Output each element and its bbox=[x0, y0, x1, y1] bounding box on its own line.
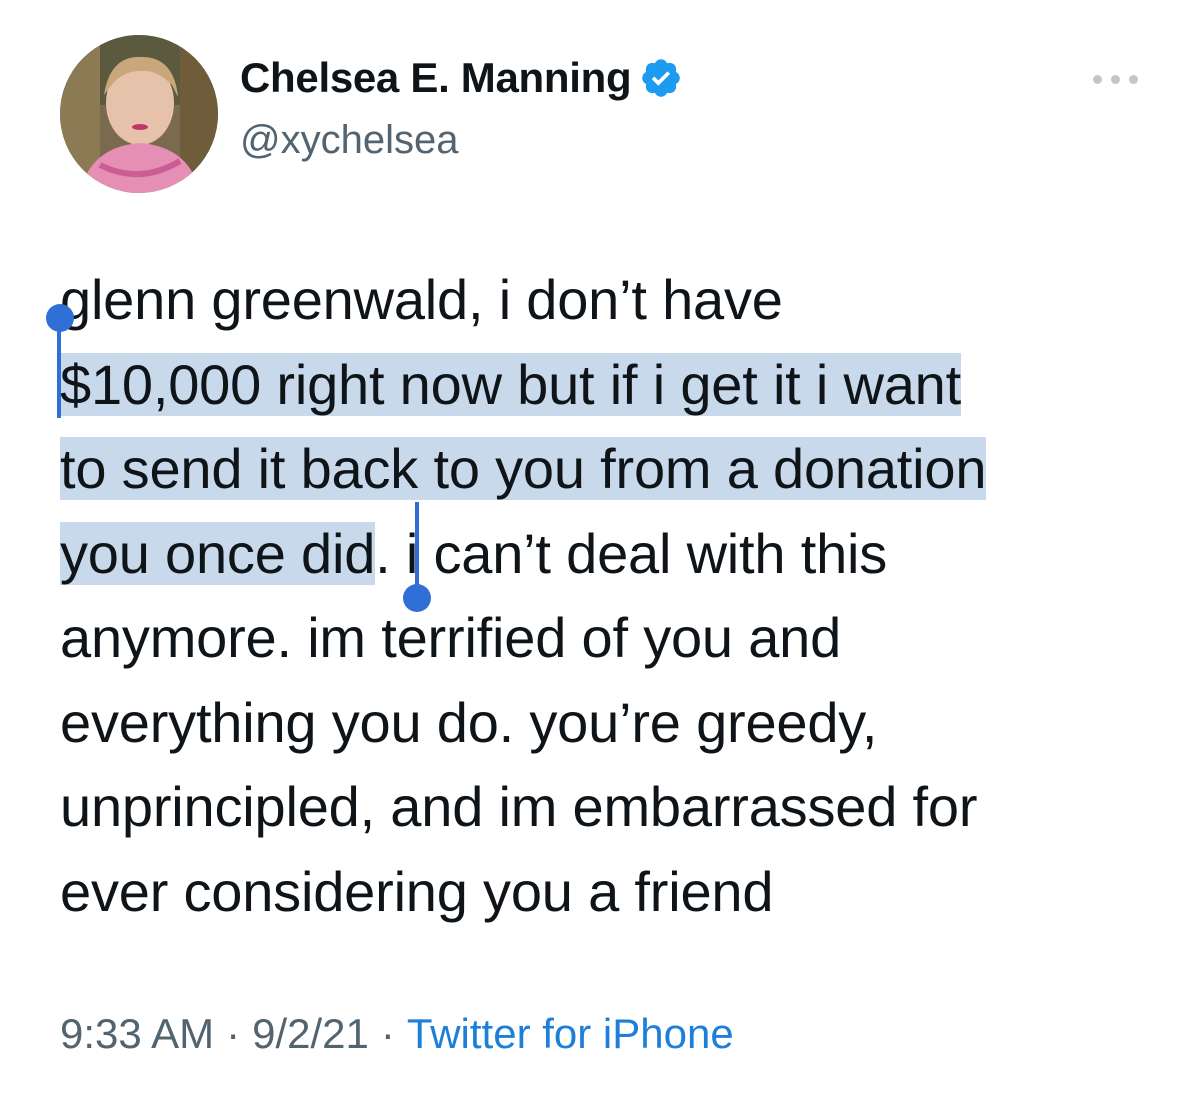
selection-end-handle[interactable] bbox=[403, 584, 431, 612]
tweet-date[interactable]: 9/2/21 bbox=[252, 1010, 369, 1057]
tweet-time[interactable]: 9:33 AM bbox=[60, 1010, 214, 1057]
selection-end-caret[interactable] bbox=[415, 502, 419, 588]
tweet-metadata: 9:33 AM · 9/2/21 · Twitter for iPhone bbox=[60, 1010, 734, 1058]
display-name-text[interactable]: Chelsea E. Manning bbox=[240, 54, 632, 102]
separator: · bbox=[380, 1010, 395, 1057]
user-handle[interactable]: @xychelsea bbox=[240, 118, 458, 163]
unselected-text: . i can’t deal with this bbox=[375, 521, 888, 585]
tweet-line: $10,000 right now but if i get it i want bbox=[60, 343, 1170, 428]
avatar[interactable] bbox=[60, 35, 218, 193]
tweet-line: unprincipled, and im embarrassed for bbox=[60, 775, 978, 838]
tweet-line: glenn greenwald, i don’t have bbox=[60, 268, 783, 331]
selection-start-caret[interactable] bbox=[57, 330, 61, 418]
more-dots-icon[interactable] bbox=[1093, 68, 1138, 90]
tweet-line: everything you do. you’re greedy, bbox=[60, 690, 878, 754]
selection-start-handle[interactable] bbox=[46, 304, 74, 332]
tweet-line: to send it back to you from a donation bbox=[60, 427, 1170, 512]
tweet-line: anymore. im terrified of you and bbox=[60, 606, 842, 669]
tweet-line: you once did. i can’t deal with this bbox=[60, 512, 1170, 597]
tweet-line: ever considering you a friend bbox=[60, 859, 774, 923]
selected-text: to send it back to you from a donation bbox=[60, 437, 987, 500]
selected-text: you once did bbox=[60, 521, 376, 585]
tweet-source-link[interactable]: Twitter for iPhone bbox=[407, 1010, 734, 1057]
display-name[interactable]: Chelsea E. Manning bbox=[240, 54, 683, 102]
tweet-text: glenn greenwald, i don’t have $10,000 ri… bbox=[46, 258, 1170, 934]
verified-badge-icon bbox=[639, 56, 683, 100]
selected-text: $10,000 right now but if i get it i want bbox=[60, 352, 961, 416]
avatar-photo bbox=[60, 35, 218, 193]
separator: · bbox=[226, 1010, 241, 1057]
